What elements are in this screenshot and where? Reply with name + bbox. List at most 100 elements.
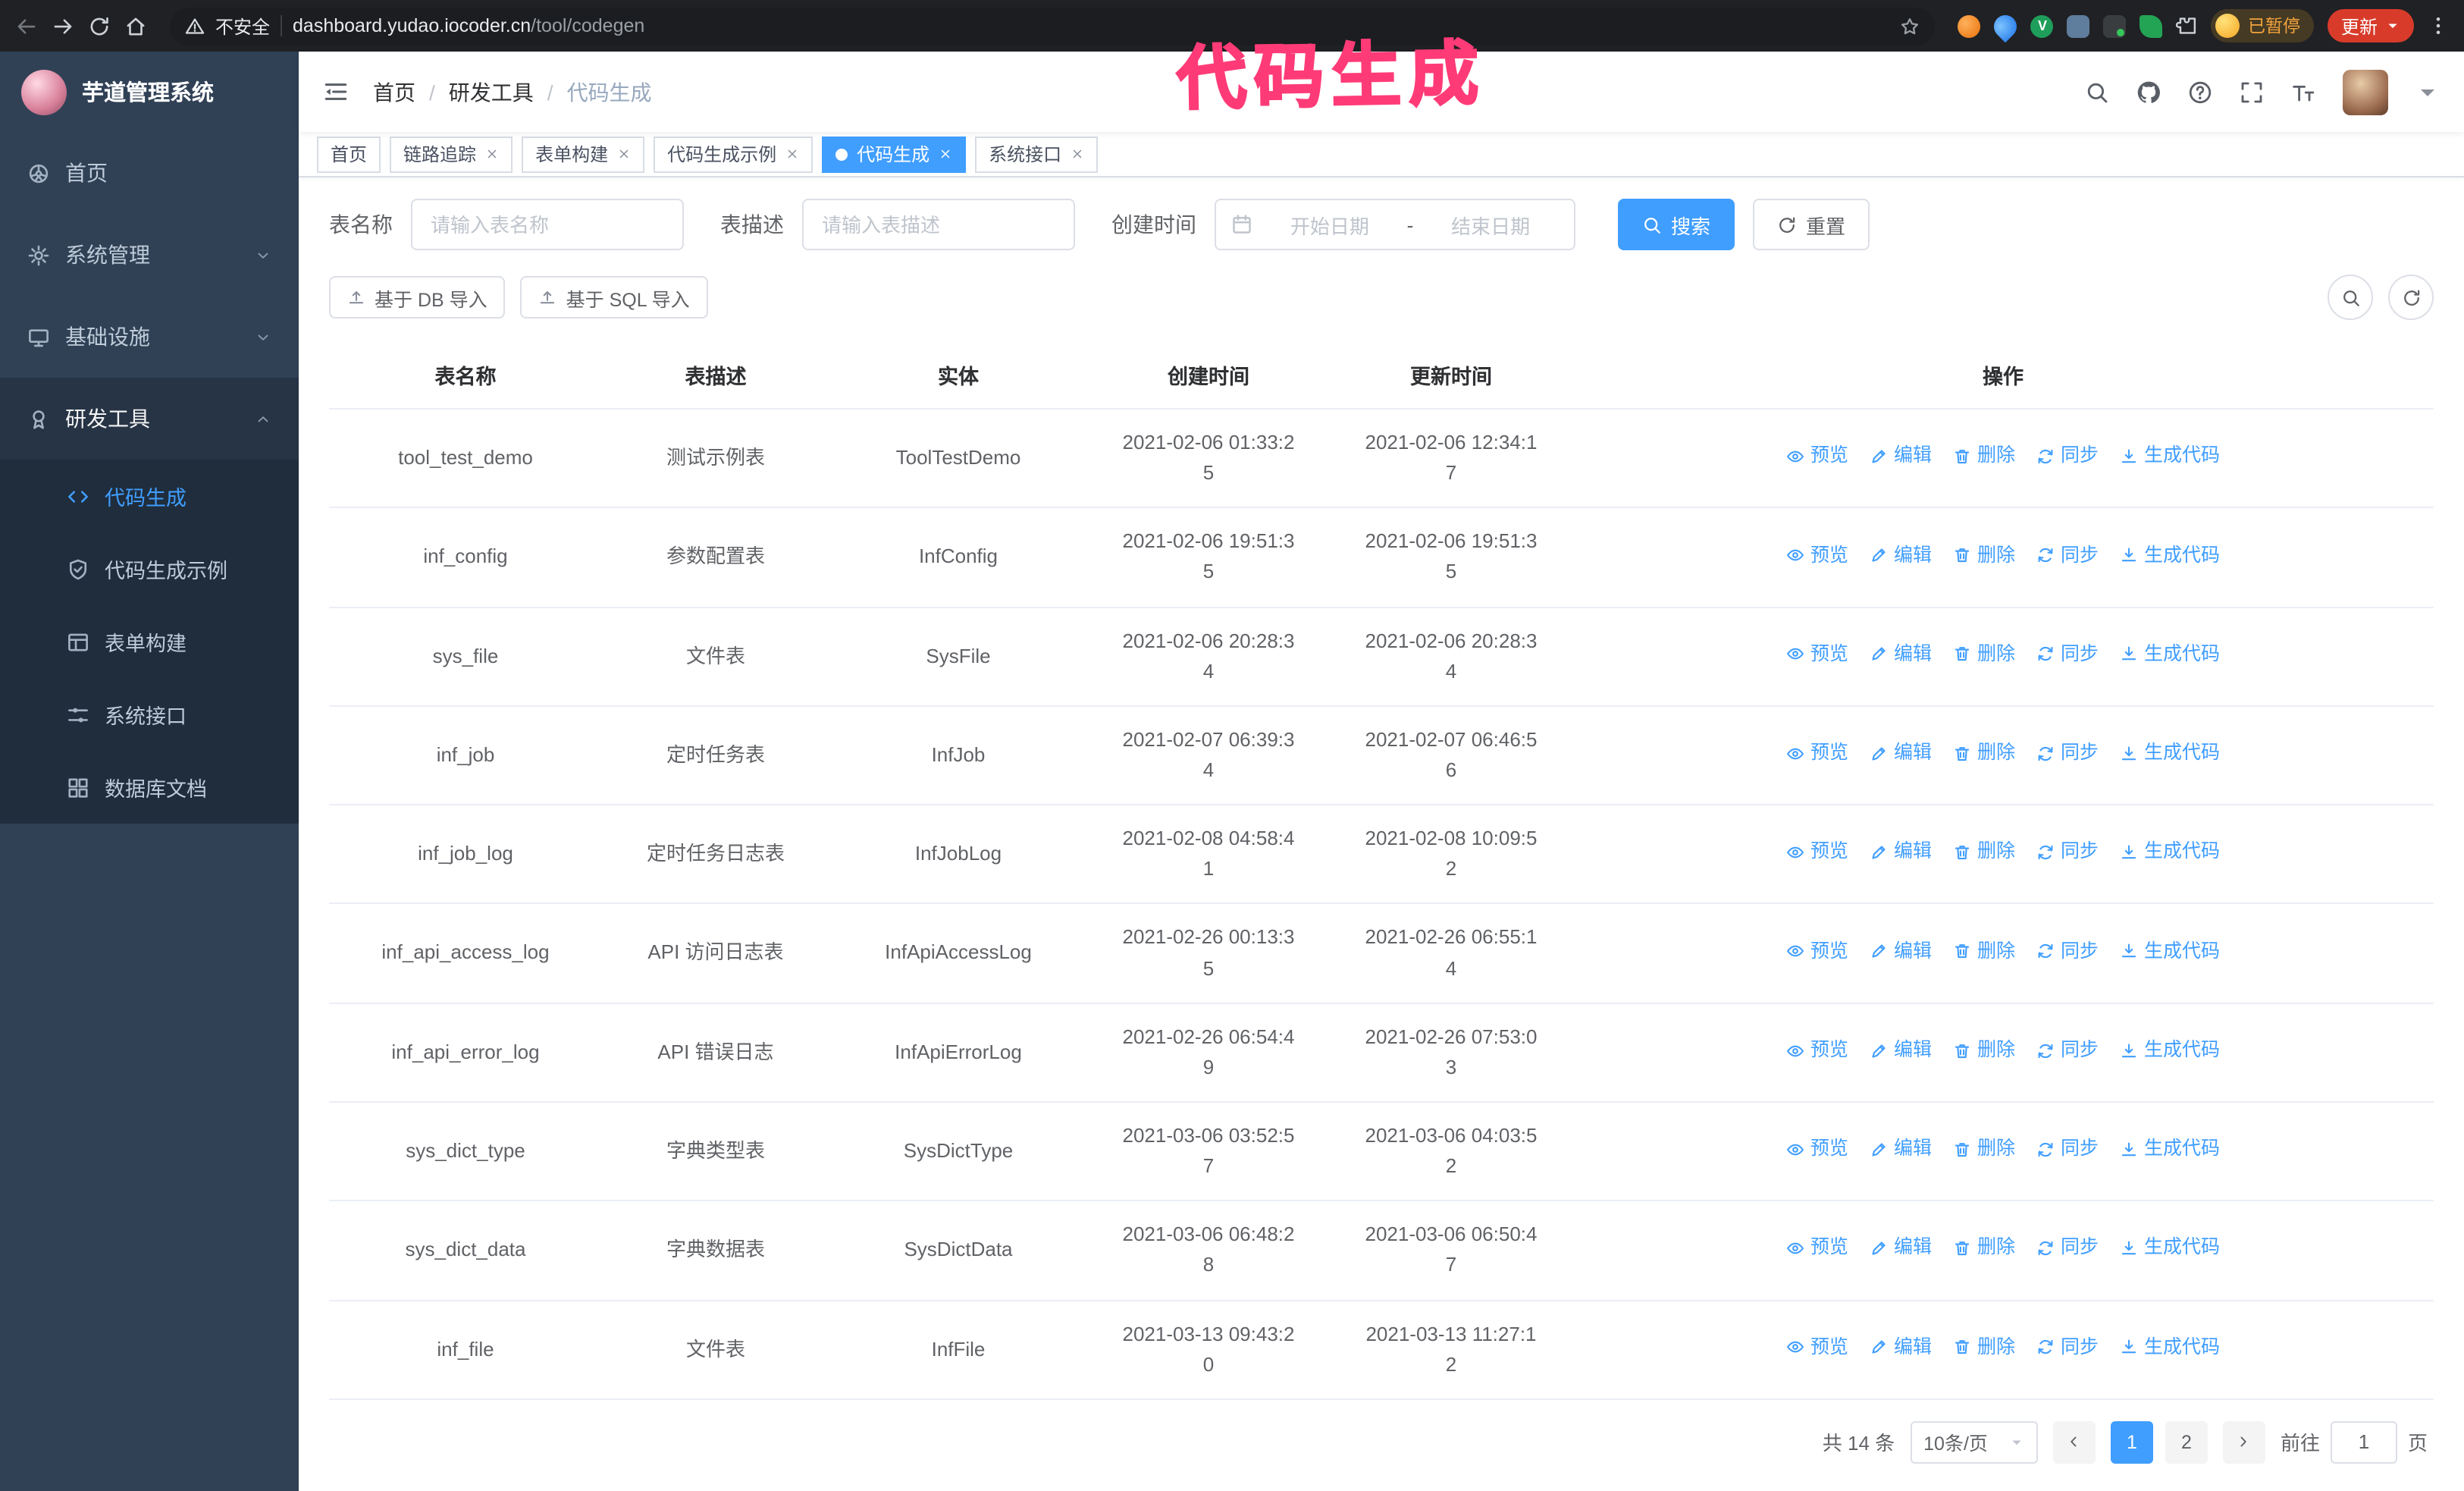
extension-drop-icon[interactable]: [1989, 9, 2023, 42]
row-action-generate[interactable]: 生成代码: [2120, 1234, 2220, 1263]
tab-close-icon[interactable]: [1071, 147, 1084, 161]
prev-page-button[interactable]: [2052, 1420, 2096, 1464]
row-action-generate[interactable]: 生成代码: [2120, 1036, 2220, 1066]
row-action-sync[interactable]: 同步: [2036, 441, 2099, 471]
row-action-edit[interactable]: 编辑: [1870, 1333, 1932, 1363]
row-action-edit[interactable]: 编辑: [1870, 1036, 1932, 1066]
tab-close-icon[interactable]: [485, 147, 499, 161]
page-button-1[interactable]: 1: [2110, 1420, 2153, 1464]
tab-close-icon[interactable]: [939, 147, 952, 161]
sidebar-item-dev-tools[interactable]: 研发工具: [0, 378, 299, 460]
tab-home[interactable]: 首页: [317, 136, 381, 172]
bookmark-star-icon[interactable]: [1901, 16, 1920, 36]
row-action-preview[interactable]: 预览: [1786, 1333, 1848, 1363]
row-action-preview[interactable]: 预览: [1786, 441, 1848, 471]
row-action-delete[interactable]: 删除: [1953, 937, 2015, 966]
extension-dark-icon[interactable]: [2103, 14, 2127, 37]
github-icon[interactable]: [2136, 80, 2161, 104]
next-page-button[interactable]: [2222, 1420, 2265, 1464]
row-action-preview[interactable]: 预览: [1786, 739, 1848, 768]
back-icon[interactable]: [15, 14, 38, 37]
header-search-icon[interactable]: [2085, 80, 2109, 104]
page-size-select[interactable]: 10条/页: [1910, 1420, 2038, 1464]
breadcrumb-item[interactable]: 首页: [373, 77, 415, 107]
reload-icon[interactable]: [88, 14, 111, 37]
sidebar-collapse-icon[interactable]: [323, 79, 349, 105]
browser-menu-icon[interactable]: [2428, 15, 2449, 36]
sidebar-item-system-api[interactable]: 系统接口: [0, 678, 299, 751]
address-bar[interactable]: 不安全 dashboard.yudao.iocoder.cn/tool/code…: [170, 7, 1936, 45]
tab-codegen-demo[interactable]: 代码生成示例: [654, 136, 813, 172]
row-action-delete[interactable]: 删除: [1953, 1135, 2015, 1164]
row-action-generate[interactable]: 生成代码: [2120, 1333, 2220, 1363]
row-action-preview[interactable]: 预览: [1786, 541, 1848, 570]
import-sql-button[interactable]: 基于 SQL 导入: [520, 276, 708, 319]
sidebar-item-codegen-demo[interactable]: 代码生成示例: [0, 532, 299, 605]
row-action-sync[interactable]: 同步: [2036, 1333, 2099, 1363]
row-action-sync[interactable]: 同步: [2036, 1135, 2099, 1164]
row-action-edit[interactable]: 编辑: [1870, 739, 1932, 768]
row-action-delete[interactable]: 删除: [1953, 1234, 2015, 1263]
row-action-delete[interactable]: 删除: [1953, 640, 2015, 670]
tab-form-builder[interactable]: 表单构建: [522, 136, 645, 172]
tab-codegen[interactable]: 代码生成: [822, 136, 967, 172]
table-desc-input[interactable]: [802, 199, 1075, 250]
goto-page-input[interactable]: [2330, 1420, 2397, 1464]
row-action-preview[interactable]: 预览: [1786, 1036, 1848, 1066]
extension-fox-icon[interactable]: [1958, 14, 1981, 37]
row-action-sync[interactable]: 同步: [2036, 541, 2099, 570]
sidebar-item-home[interactable]: 首页: [0, 132, 299, 214]
extensions-puzzle-icon[interactable]: [2176, 15, 2198, 36]
row-action-delete[interactable]: 删除: [1953, 541, 2015, 570]
row-action-delete[interactable]: 删除: [1953, 739, 2015, 768]
row-action-generate[interactable]: 生成代码: [2120, 739, 2220, 768]
row-action-edit[interactable]: 编辑: [1870, 838, 1932, 868]
tab-system-api[interactable]: 系统接口: [975, 136, 1099, 172]
row-action-preview[interactable]: 预览: [1786, 1234, 1848, 1263]
fullscreen-icon[interactable]: [2240, 80, 2264, 104]
tab-tracer[interactable]: 链路追踪: [390, 136, 513, 172]
row-action-generate[interactable]: 生成代码: [2120, 838, 2220, 868]
tab-close-icon[interactable]: [617, 147, 631, 161]
chrome-update-button[interactable]: 更新: [2327, 9, 2414, 42]
user-avatar[interactable]: [2343, 69, 2388, 115]
row-action-edit[interactable]: 编辑: [1870, 1135, 1932, 1164]
row-action-delete[interactable]: 删除: [1953, 838, 2015, 868]
browser-home-icon[interactable]: [124, 14, 147, 37]
row-action-generate[interactable]: 生成代码: [2120, 1135, 2220, 1164]
sidebar-item-form-builder[interactable]: 表单构建: [0, 605, 299, 678]
row-action-edit[interactable]: 编辑: [1870, 441, 1932, 471]
sidebar-item-codegen[interactable]: 代码生成: [0, 460, 299, 532]
tab-close-icon[interactable]: [785, 147, 799, 161]
row-action-edit[interactable]: 编辑: [1870, 640, 1932, 670]
breadcrumb-item[interactable]: 研发工具: [449, 77, 534, 107]
sidebar-item-system[interactable]: 系统管理: [0, 214, 299, 296]
row-action-sync[interactable]: 同步: [2036, 838, 2099, 868]
font-size-icon[interactable]: [2291, 80, 2315, 104]
row-action-generate[interactable]: 生成代码: [2120, 640, 2220, 670]
row-action-delete[interactable]: 删除: [1953, 1036, 2015, 1066]
row-action-delete[interactable]: 删除: [1953, 1333, 2015, 1363]
import-db-button[interactable]: 基于 DB 导入: [329, 276, 506, 319]
extension-users-icon[interactable]: [2067, 14, 2090, 37]
row-action-edit[interactable]: 编辑: [1870, 1234, 1932, 1263]
row-action-sync[interactable]: 同步: [2036, 1036, 2099, 1066]
sidebar-item-db-doc[interactable]: 数据库文档: [0, 751, 299, 824]
sidebar-logo[interactable]: 芋道管理系统: [0, 52, 299, 132]
table-name-input[interactable]: [411, 199, 684, 250]
refresh-table-button[interactable]: [2388, 275, 2434, 320]
user-menu-caret-icon[interactable]: [2415, 80, 2440, 104]
help-icon[interactable]: [2188, 80, 2212, 104]
row-action-generate[interactable]: 生成代码: [2120, 441, 2220, 471]
date-range-picker[interactable]: 开始日期 - 结束日期: [1215, 199, 1575, 250]
row-action-sync[interactable]: 同步: [2036, 1234, 2099, 1263]
row-action-preview[interactable]: 预览: [1786, 640, 1848, 670]
row-action-sync[interactable]: 同步: [2036, 739, 2099, 768]
row-action-sync[interactable]: 同步: [2036, 640, 2099, 670]
row-action-preview[interactable]: 预览: [1786, 838, 1848, 868]
row-action-preview[interactable]: 预览: [1786, 937, 1848, 966]
extension-leaf-icon[interactable]: [2140, 14, 2163, 37]
row-action-preview[interactable]: 预览: [1786, 1135, 1848, 1164]
reset-button[interactable]: 重置: [1753, 199, 1870, 250]
extension-v-icon[interactable]: V: [2030, 14, 2054, 37]
